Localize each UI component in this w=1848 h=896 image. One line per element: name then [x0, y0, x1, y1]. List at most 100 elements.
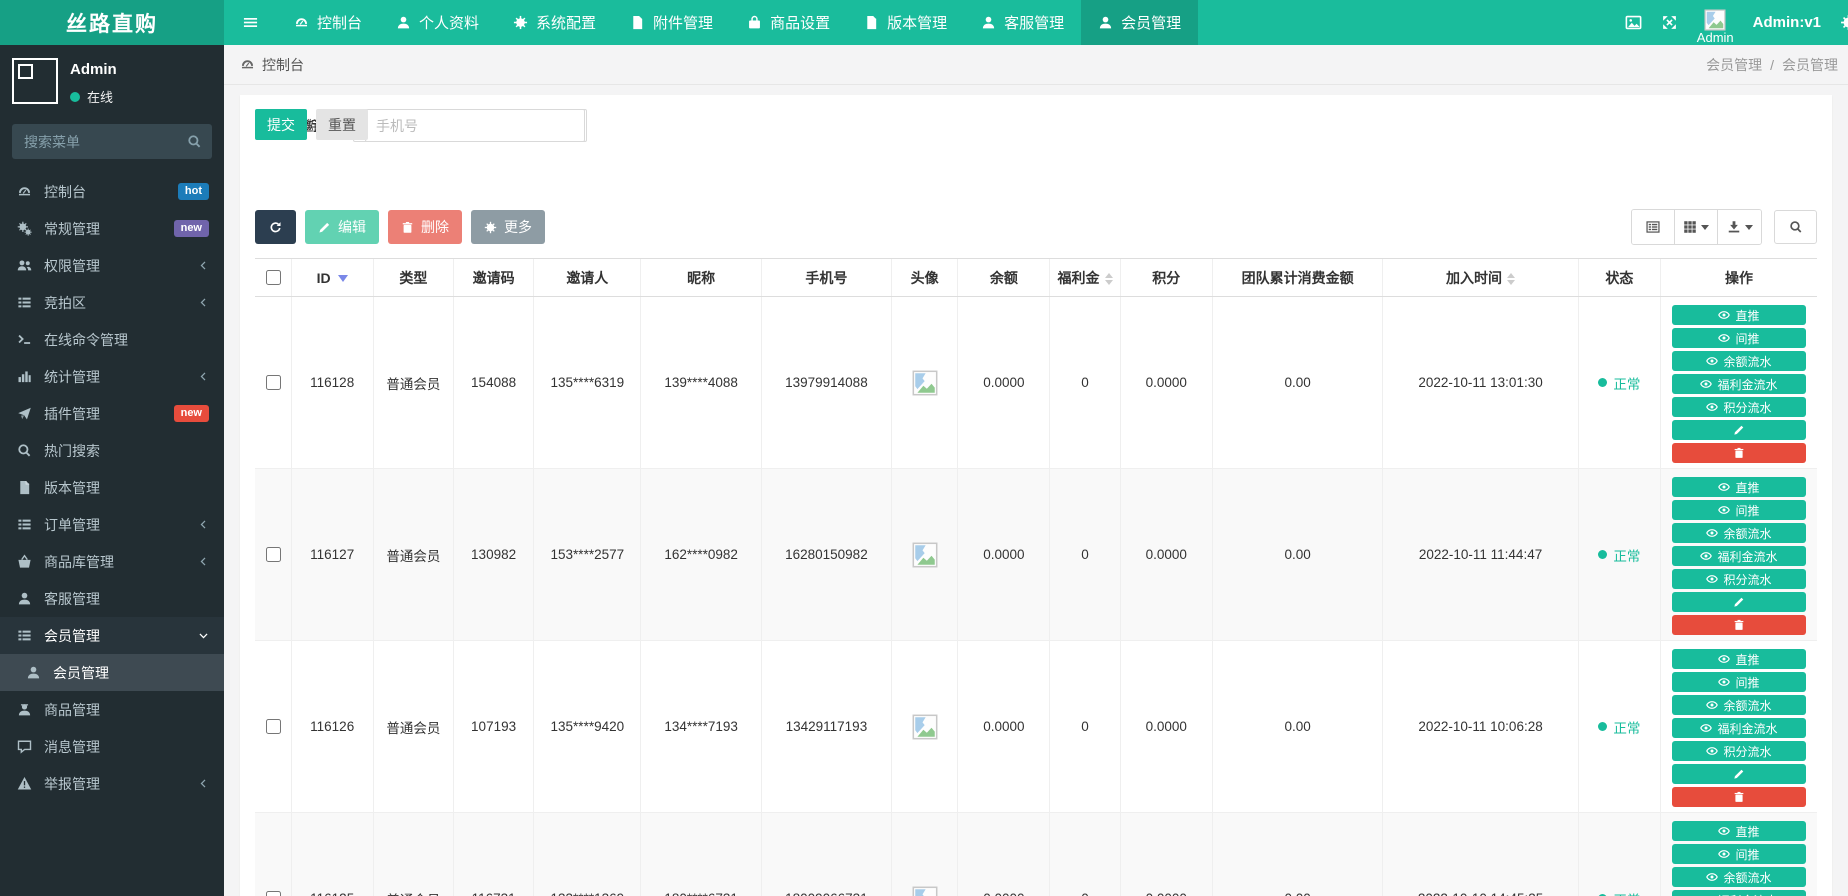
nav-item-客服管理[interactable]: 客服管理 — [964, 0, 1081, 45]
refresh-button[interactable] — [255, 210, 296, 244]
badge-new: new — [174, 405, 209, 422]
col-header-邀请码: 邀请码 — [453, 259, 533, 297]
action-button-余额流水[interactable]: 余额流水 — [1672, 351, 1806, 371]
nav-item-版本管理[interactable]: 版本管理 — [847, 0, 964, 45]
sidebar-item-控制台[interactable]: 控制台hot — [0, 173, 224, 210]
col-header-福利金[interactable]: 福利金 — [1050, 259, 1120, 297]
brand-logo[interactable]: 丝路直购 — [0, 0, 224, 45]
row-delete-button[interactable] — [1672, 615, 1806, 635]
action-button-积分流水[interactable]: 积分流水 — [1672, 397, 1806, 417]
action-button-积分流水[interactable]: 积分流水 — [1672, 569, 1806, 589]
sidebar-item-商品库管理[interactable]: 商品库管理 — [0, 543, 224, 580]
user-secret-icon — [15, 702, 33, 717]
breadcrumb-member-mgmt[interactable]: 会员管理 — [1706, 55, 1762, 75]
row-checkbox[interactable] — [266, 719, 281, 734]
nav-item-商品设置[interactable]: 商品设置 — [730, 0, 847, 45]
breadcrumb-member-mgmt-current[interactable]: 会员管理 — [1782, 55, 1838, 75]
sidebar-item-竞拍区[interactable]: 竞拍区 — [0, 284, 224, 321]
reset-button[interactable]: 重置 — [316, 109, 368, 140]
sidebar-item-会员管理[interactable]: 会员管理 — [0, 617, 224, 654]
edit-button[interactable]: 编辑 — [305, 210, 379, 244]
sidebar-item-热门搜索[interactable]: 热门搜索 — [0, 432, 224, 469]
action-button-间推[interactable]: 间推 — [1672, 328, 1806, 348]
nav-item-系统配置[interactable]: 系统配置 — [496, 0, 613, 45]
columns-button[interactable] — [1675, 210, 1718, 244]
action-button-间推[interactable]: 间推 — [1672, 844, 1806, 864]
sidebar-item-订单管理[interactable]: 订单管理 — [0, 506, 224, 543]
action-button-福利金流水[interactable]: 福利金流水 — [1672, 718, 1806, 738]
sidebar-item-label: 消息管理 — [44, 737, 100, 757]
cell-nickname: 139****4088 — [641, 297, 761, 469]
sidebar-item-权限管理[interactable]: 权限管理 — [0, 247, 224, 284]
action-button-福利金流水[interactable]: 福利金流水 — [1672, 890, 1806, 896]
row-edit-button[interactable] — [1672, 420, 1806, 440]
select-all-checkbox[interactable] — [266, 270, 281, 285]
nav-item-控制台[interactable]: 控制台 — [277, 0, 379, 45]
action-button-余额流水[interactable]: 余额流水 — [1672, 523, 1806, 543]
sidebar-item-统计管理[interactable]: 统计管理 — [0, 358, 224, 395]
sidebar-item-商品管理[interactable]: 商品管理 — [0, 691, 224, 728]
more-button[interactable]: 更多 — [471, 210, 545, 244]
action-button-直推[interactable]: 直推 — [1672, 477, 1806, 497]
action-button-直推[interactable]: 直推 — [1672, 305, 1806, 325]
action-button-积分流水[interactable]: 积分流水 — [1672, 741, 1806, 761]
table-search-button[interactable] — [1774, 210, 1817, 244]
action-button-间推[interactable]: 间推 — [1672, 672, 1806, 692]
image-icon[interactable] — [1625, 14, 1642, 31]
cell-actions: 直推间推余额流水福利金流水积分流水 — [1661, 641, 1818, 813]
cell-welfare: 0 — [1050, 469, 1120, 641]
gear-icon[interactable] — [1840, 14, 1848, 31]
sidebar-item-插件管理[interactable]: 插件管理new — [0, 395, 224, 432]
action-button-间推[interactable]: 间推 — [1672, 500, 1806, 520]
row-checkbox[interactable] — [266, 375, 281, 390]
cell-team_total: 0.00 — [1212, 813, 1382, 896]
action-button-福利金流水[interactable]: 福利金流水 — [1672, 374, 1806, 394]
fullscreen-icon[interactable] — [1661, 14, 1678, 31]
row-checkbox[interactable] — [266, 891, 281, 896]
submit-button[interactable]: 提交 — [255, 109, 307, 140]
sidebar-menu: 控制台hot常规管理new权限管理竞拍区在线命令管理统计管理插件管理new热门搜… — [0, 173, 224, 896]
phone-input[interactable] — [365, 109, 585, 142]
sidebar-item-会员管理[interactable]: 会员管理 — [0, 654, 224, 691]
action-button-福利金流水[interactable]: 福利金流水 — [1672, 546, 1806, 566]
delete-button[interactable]: 删除 — [388, 210, 462, 244]
user-avatar[interactable]: Admin — [1697, 9, 1734, 46]
sidebar-item-客服管理[interactable]: 客服管理 — [0, 580, 224, 617]
sidebar-item-常规管理[interactable]: 常规管理new — [0, 210, 224, 247]
col-header-ID[interactable]: ID — [291, 259, 373, 297]
detail-view-button[interactable] — [1632, 210, 1675, 244]
sidebar-avatar-placeholder — [12, 58, 58, 104]
action-label: 直推 — [1735, 307, 1759, 324]
nav-item-会员管理[interactable]: 会员管理 — [1081, 0, 1198, 45]
sidebar-item-在线命令管理[interactable]: 在线命令管理 — [0, 321, 224, 358]
admin-version-menu[interactable]: Admin:v1 — [1753, 14, 1821, 31]
sidebar-item-label: 商品管理 — [44, 700, 100, 720]
row-checkbox[interactable] — [266, 547, 281, 562]
select-all-header[interactable] — [255, 259, 291, 297]
cell-type: 普通会员 — [373, 297, 453, 469]
users-icon — [15, 258, 33, 273]
export-button[interactable] — [1718, 210, 1761, 244]
col-header-邀请人: 邀请人 — [534, 259, 641, 297]
row-edit-button[interactable] — [1672, 592, 1806, 612]
action-button-直推[interactable]: 直推 — [1672, 821, 1806, 841]
sidebar-item-label: 控制台 — [44, 182, 86, 202]
sidebar-item-举报管理[interactable]: 举报管理 — [0, 765, 224, 802]
cogs-icon — [15, 221, 33, 236]
sidebar-item-版本管理[interactable]: 版本管理 — [0, 469, 224, 506]
row-delete-button[interactable] — [1672, 443, 1806, 463]
action-button-直推[interactable]: 直推 — [1672, 649, 1806, 669]
cell-phone: 18009066731 — [761, 813, 891, 896]
nav-item-个人资料[interactable]: 个人资料 — [379, 0, 496, 45]
col-header-label: 头像 — [911, 270, 939, 286]
sort-icon — [1507, 273, 1515, 285]
col-header-加入时间[interactable]: 加入时间 — [1383, 259, 1579, 297]
nav-item-附件管理[interactable]: 附件管理 — [613, 0, 730, 45]
sidebar-search-input[interactable] — [22, 133, 187, 151]
row-edit-button[interactable] — [1672, 764, 1806, 784]
action-button-余额流水[interactable]: 余额流水 — [1672, 695, 1806, 715]
action-button-余额流水[interactable]: 余额流水 — [1672, 867, 1806, 887]
sidebar-item-消息管理[interactable]: 消息管理 — [0, 728, 224, 765]
sidebar-toggle-button[interactable] — [224, 0, 277, 45]
row-delete-button[interactable] — [1672, 787, 1806, 807]
